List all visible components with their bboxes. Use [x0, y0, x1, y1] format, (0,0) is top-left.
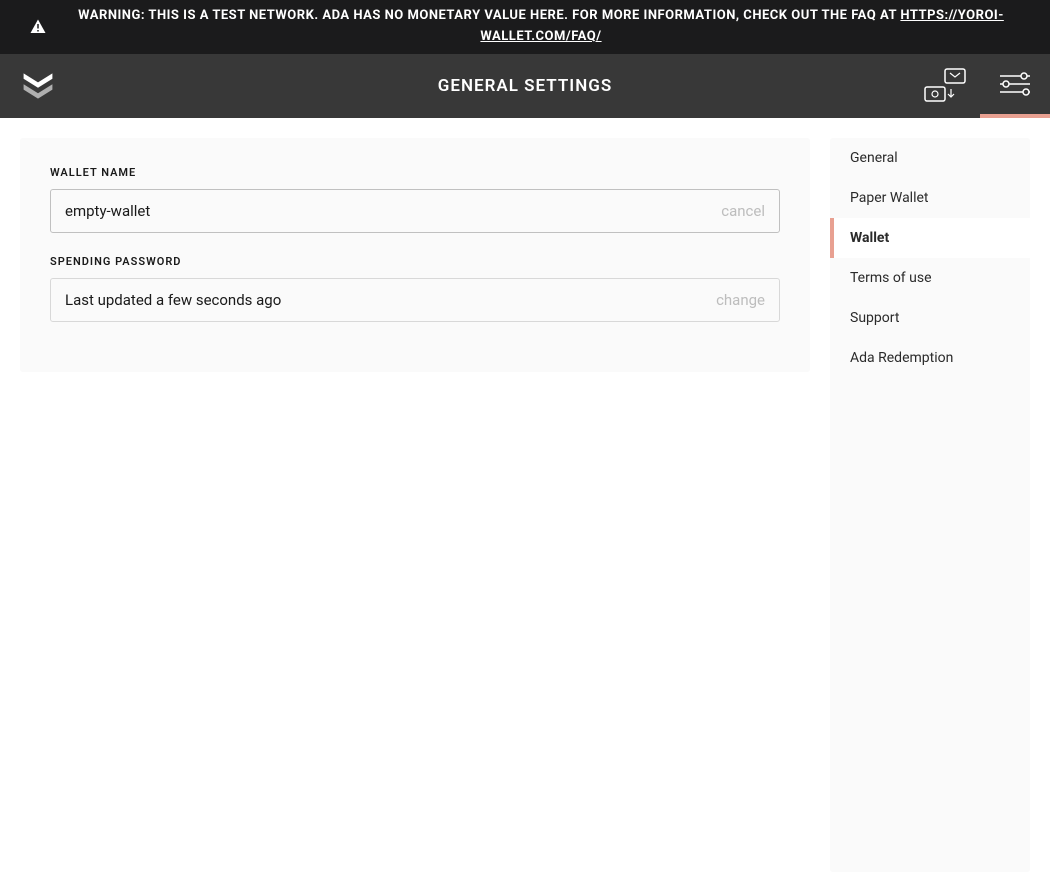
wallet-name-field-group: WALLET NAME cancel	[50, 166, 780, 233]
spending-password-field-group: SPENDING PASSWORD Last updated a few sec…	[50, 255, 780, 322]
warning-text: WARNING: THIS IS A TEST NETWORK. ADA HAS…	[61, 6, 1021, 48]
sidebar-item-support[interactable]: Support	[830, 298, 1030, 338]
warning-triangle-icon	[29, 18, 47, 36]
sidebar-item-paper-wallet[interactable]: Paper Wallet	[830, 178, 1030, 218]
app-header: GENERAL SETTINGS	[0, 54, 1050, 118]
wallet-name-input[interactable]	[65, 202, 721, 220]
yoroi-logo-icon	[20, 68, 56, 104]
sidebar-item-terms-of-use[interactable]: Terms of use	[830, 258, 1030, 298]
wallet-name-box[interactable]: cancel	[50, 189, 780, 233]
logo[interactable]	[20, 68, 56, 104]
sidebar-item-wallet[interactable]: Wallet	[830, 218, 1030, 258]
wallet-name-label: WALLET NAME	[50, 166, 780, 179]
page-title: GENERAL SETTINGS	[438, 76, 612, 96]
warning-message: WARNING: THIS IS A TEST NETWORK. ADA HAS…	[78, 8, 900, 23]
settings-card: WALLET NAME cancel SPENDING PASSWORD Las…	[20, 138, 810, 372]
spending-password-value: Last updated a few seconds ago	[65, 291, 716, 309]
spending-password-change-button[interactable]: change	[716, 291, 765, 309]
wallets-icon	[923, 67, 967, 105]
spending-password-box[interactable]: Last updated a few seconds ago change	[50, 278, 780, 322]
warning-banner: WARNING: THIS IS A TEST NETWORK. ADA HAS…	[0, 0, 1050, 54]
content-wrapper: WALLET NAME cancel SPENDING PASSWORD Las…	[0, 118, 1050, 892]
header-icons	[910, 54, 1050, 118]
sidebar-item-ada-redemption[interactable]: Ada Redemption	[830, 338, 1030, 378]
settings-sidebar: General Paper Wallet Wallet Terms of use…	[830, 138, 1030, 872]
wallet-name-cancel-button[interactable]: cancel	[721, 202, 765, 220]
settings-icon-button[interactable]	[980, 54, 1050, 118]
wallets-icon-button[interactable]	[910, 54, 980, 118]
sliders-icon	[998, 71, 1032, 97]
spending-password-label: SPENDING PASSWORD	[50, 255, 780, 268]
sidebar-item-general[interactable]: General	[830, 138, 1030, 178]
